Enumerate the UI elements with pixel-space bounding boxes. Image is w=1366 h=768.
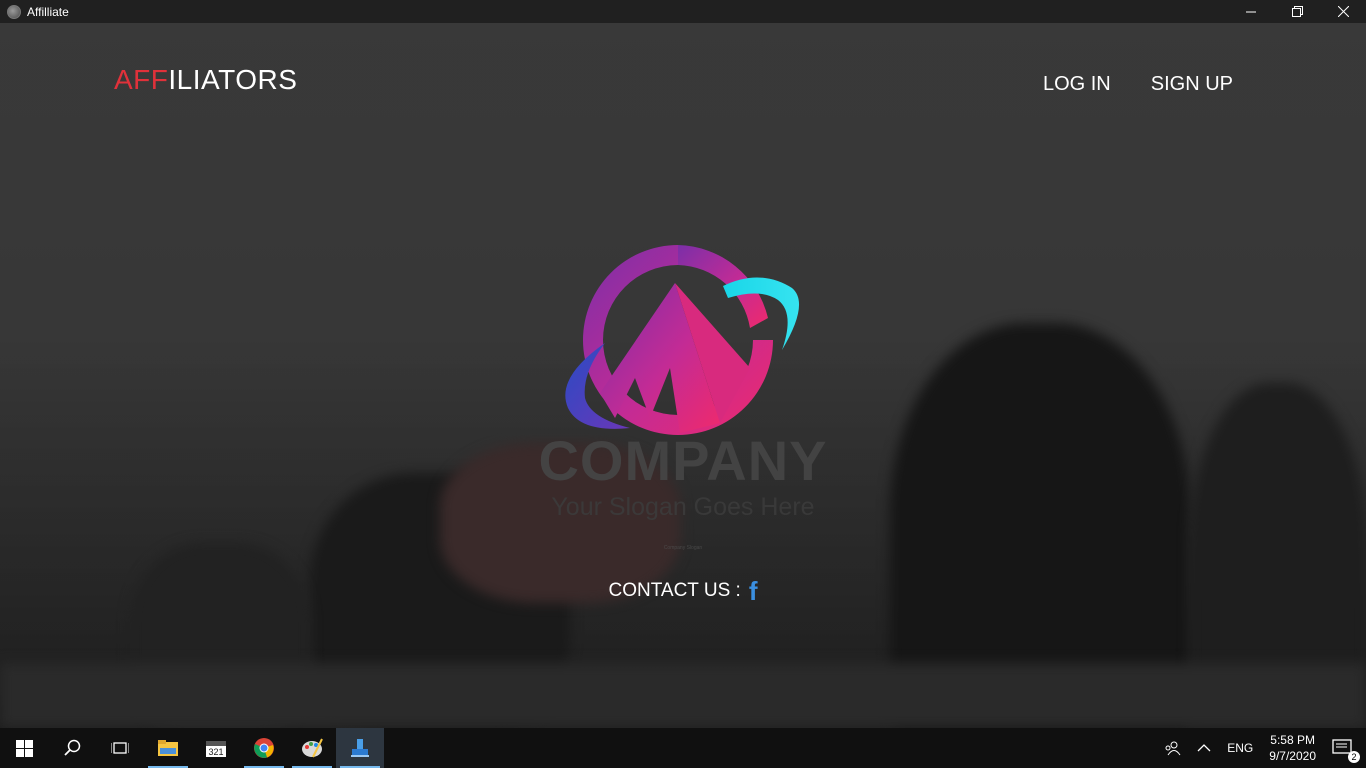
restore-button[interactable]	[1274, 0, 1320, 23]
window-title: Affilliate	[27, 4, 69, 19]
start-button[interactable]	[0, 728, 48, 768]
taskbar: 321 ENG 5:58 PM 9/7/2020 2	[0, 728, 1366, 768]
affiliate-app-button[interactable]	[336, 728, 384, 768]
contact-section: CONTACT US : f	[0, 578, 1366, 604]
clock[interactable]: 5:58 PM 9/7/2020	[1261, 732, 1324, 764]
window-controls	[1228, 0, 1366, 23]
main-content: AFFILIATORS LOG IN SIGN UP COMPANY Your …	[0, 23, 1366, 728]
notification-count-badge: 2	[1348, 751, 1360, 763]
task-view-icon	[111, 742, 129, 754]
chrome-button[interactable]	[240, 728, 288, 768]
calendar-321-icon: 321	[206, 741, 226, 757]
search-icon	[64, 739, 81, 756]
window-titlebar: Affilliate	[0, 0, 1366, 23]
company-slogan: Your Slogan Goes Here	[551, 493, 815, 521]
file-explorer-button[interactable]	[144, 728, 192, 768]
task-view-button[interactable]	[96, 728, 144, 768]
clock-date: 9/7/2020	[1269, 749, 1316, 763]
people-icon	[1165, 741, 1181, 756]
clock-time: 5:58 PM	[1270, 733, 1315, 747]
login-link[interactable]: LOG IN	[1043, 73, 1111, 96]
minimize-icon	[1245, 11, 1256, 13]
paint-button[interactable]	[288, 728, 336, 768]
restore-icon	[1291, 6, 1303, 17]
action-center-button[interactable]: 2	[1324, 739, 1366, 763]
people-button[interactable]	[1155, 740, 1189, 756]
brand-rest: ILIATORS	[168, 64, 298, 95]
language-indicator[interactable]: ENG	[1219, 741, 1261, 755]
signup-link[interactable]: SIGN UP	[1151, 73, 1233, 96]
affiliate-app-icon	[351, 739, 369, 757]
company-name: COMPANY	[538, 429, 828, 492]
system-tray: ENG 5:58 PM 9/7/2020 2	[1155, 728, 1366, 768]
minimize-button[interactable]	[1228, 0, 1274, 23]
search-button[interactable]	[48, 728, 96, 768]
paint-icon	[302, 738, 323, 758]
facebook-icon[interactable]: f	[749, 578, 758, 604]
background-photo	[0, 663, 1366, 728]
close-icon	[1337, 6, 1349, 17]
show-hidden-icons-button[interactable]	[1189, 743, 1219, 753]
company-tagline: Company Slogan	[663, 545, 703, 551]
contact-label: CONTACT US :	[608, 580, 741, 601]
folder-icon	[158, 740, 178, 756]
calendar-app-button[interactable]: 321	[192, 728, 240, 768]
windows-icon	[15, 739, 33, 757]
close-button[interactable]	[1320, 0, 1366, 23]
svg-text:321: 321	[208, 747, 223, 757]
top-nav: LOG IN SIGN UP	[1043, 73, 1233, 96]
chrome-icon	[254, 738, 274, 758]
brand-logo[interactable]: AFFILIATORS	[114, 64, 297, 96]
app-globe-icon	[7, 4, 21, 19]
chevron-up-icon	[1197, 744, 1211, 752]
brand-accent: AFF	[114, 64, 169, 95]
